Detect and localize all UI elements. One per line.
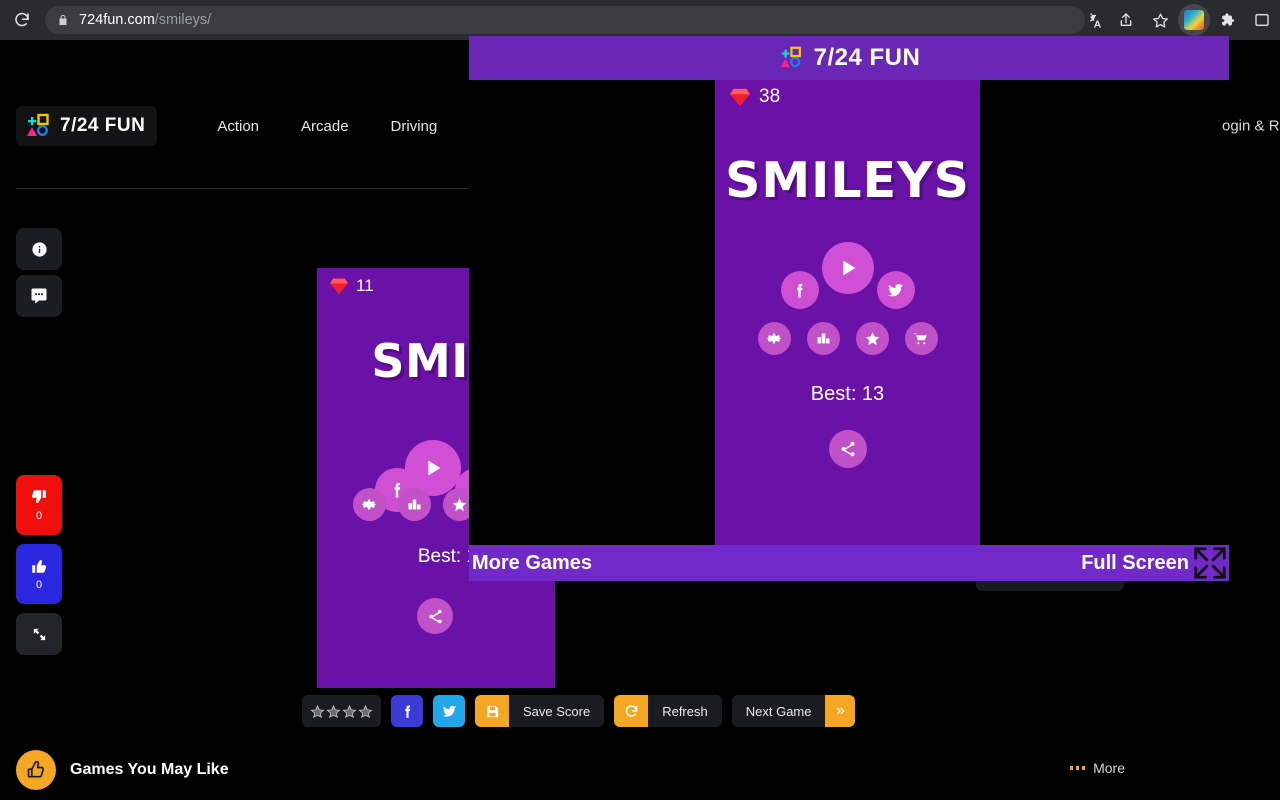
share-facebook-button[interactable] (391, 695, 423, 727)
twitter-button[interactable] (876, 271, 915, 309)
save-score-button[interactable]: Save Score (475, 695, 605, 727)
game-icon-row (715, 322, 980, 355)
overlay-title: 7/24 FUN (813, 44, 921, 71)
star-icon (358, 704, 373, 718)
background-leaderboard-icon[interactable] (398, 488, 431, 521)
gem-icon (330, 278, 348, 295)
full-screen-label: Full Screen (1081, 551, 1189, 574)
star-icon (326, 704, 341, 718)
sidebar-icon[interactable] (1246, 4, 1278, 36)
gem-count: 38 (759, 86, 781, 107)
recommendations-header: Games You May Like (16, 750, 229, 790)
best-score: Best: 13 (810, 383, 885, 405)
extension-thumbnail-icon[interactable] (1178, 4, 1210, 36)
star-icon (342, 704, 357, 718)
twitter-icon (441, 705, 457, 717)
reload-button[interactable] (5, 3, 39, 37)
site-brand-text: 7/24 FUN (60, 115, 146, 136)
play-icon (428, 460, 441, 476)
dislike-button[interactable]: 0 (16, 475, 62, 535)
site-logo[interactable]: 7/24 FUN (16, 106, 158, 146)
cart-icon[interactable] (904, 322, 938, 355)
game-action-bar: Save Score Refresh » Next Game (302, 695, 856, 727)
screen: 724fun.com/smileys/ 7/24 FUN Action Arca… (0, 0, 1280, 800)
translate-icon[interactable] (1076, 4, 1108, 36)
like-count: 0 (35, 579, 43, 591)
share-icon (428, 609, 442, 623)
comment-icon[interactable] (16, 275, 62, 317)
more-dots-icon (1069, 766, 1086, 770)
nav-divider (16, 188, 468, 189)
url-path: /smileys/ (154, 12, 212, 28)
overlay-header: 7/24 FUN (469, 36, 1229, 80)
nav-item-arcade[interactable]: Arcade (301, 118, 349, 135)
recommendations-title: Games You May Like (70, 761, 229, 778)
share-twitter-button[interactable] (433, 695, 465, 727)
puzzle-extensions-icon[interactable] (1212, 4, 1244, 36)
facebook-icon (404, 705, 410, 718)
overlay-footer: More Games Full Screen (469, 545, 1229, 581)
share-icon[interactable] (1110, 4, 1142, 36)
share-button[interactable] (828, 430, 867, 468)
next-chevron-icon: » (825, 695, 856, 727)
address-bar[interactable]: 724fun.com/smileys/ (45, 6, 1085, 34)
thumbs-up-icon (32, 559, 47, 573)
left-rail (16, 228, 62, 322)
nav-item-action[interactable]: Action (217, 118, 259, 135)
rating-stars[interactable] (302, 695, 381, 727)
extension-art (1184, 10, 1204, 30)
gear-icon[interactable] (757, 322, 791, 355)
url-domain: 724fun.com (79, 12, 155, 28)
logo-mark-icon (24, 112, 52, 140)
browser-toolbar-actions (1076, 0, 1280, 40)
facebook-icon (797, 283, 803, 298)
info-icon[interactable] (16, 228, 62, 270)
lock-icon (57, 13, 69, 27)
game-title: SMILEYS (725, 152, 970, 209)
more-games-button[interactable]: More Games (472, 552, 592, 575)
dislike-count: 0 (35, 510, 43, 522)
social-row (715, 271, 980, 309)
browser-toolbar: 724fun.com/smileys/ (0, 0, 1280, 40)
star-icon[interactable] (855, 322, 889, 355)
full-screen-button[interactable]: Full Screen (1081, 544, 1229, 582)
nav-item-driving[interactable]: Driving (391, 118, 438, 135)
save-icon (475, 695, 509, 727)
next-game-button[interactable]: » Next Game (731, 695, 856, 727)
thumbs-up-badge-icon (16, 750, 56, 790)
expand-icon[interactable] (16, 613, 62, 655)
facebook-button[interactable] (780, 271, 819, 309)
overlay-logo-mark-icon (778, 45, 804, 71)
game-panel[interactable]: 38 SMILEYS Best: 13 (715, 80, 980, 545)
background-gear-icon[interactable] (353, 488, 386, 521)
save-score-label: Save Score (509, 695, 605, 727)
fullscreen-icon (1191, 544, 1229, 582)
thumbs-down-icon (31, 490, 46, 504)
gem-counter: 38 (715, 80, 980, 108)
vote-rail: 0 0 (16, 475, 62, 655)
like-button[interactable]: 0 (16, 544, 62, 604)
refresh-icon (614, 695, 649, 727)
gem-icon (730, 88, 750, 107)
url-text: 724fun.com/smileys/ (79, 12, 211, 28)
recommendations-more-link[interactable]: More (1069, 760, 1125, 776)
background-icon-row (353, 488, 476, 521)
more-label: More (1093, 760, 1125, 776)
next-game-label: Next Game (731, 695, 826, 727)
background-gem-count: 11 (356, 276, 374, 295)
refresh-label: Refresh (648, 695, 722, 727)
site-nav-links: Action Arcade Driving Pu (217, 118, 497, 135)
twitter-icon (887, 283, 904, 296)
share-icon (841, 441, 854, 457)
login-register-link[interactable]: ogin & Reg (1222, 118, 1280, 135)
refresh-button[interactable]: Refresh (614, 695, 722, 727)
leaderboard-icon[interactable] (806, 322, 840, 355)
background-share-button[interactable] (417, 598, 453, 634)
bookmark-star-icon[interactable] (1144, 4, 1176, 36)
star-icon (310, 704, 325, 718)
